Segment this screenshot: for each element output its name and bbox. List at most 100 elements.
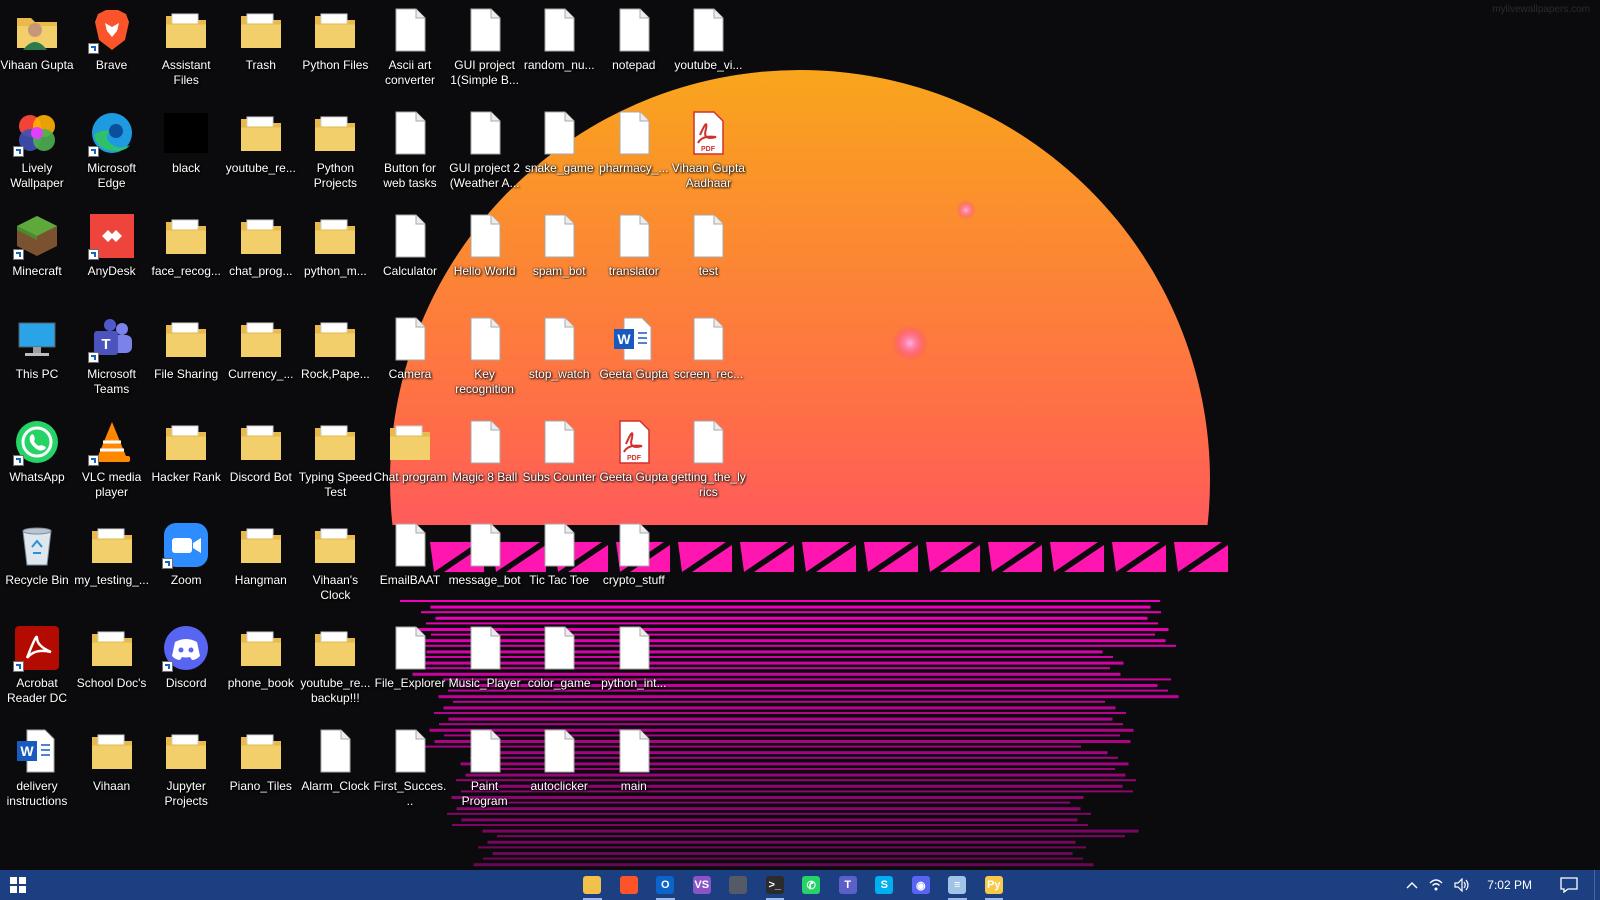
taskbar-terminal-button[interactable]: >_ — [757, 870, 794, 900]
desktop-icon-message-bot[interactable]: message_bot — [446, 515, 524, 615]
desktop-icon-vihaan-gupta-aadhaar[interactable]: PDF Vihaan Gupta Aadhaar — [669, 103, 747, 203]
desktop-icon-snake-game[interactable]: snake_game — [520, 103, 598, 203]
shortcut-arrow-icon — [87, 146, 99, 157]
desktop-icon-paint-program[interactable]: Paint Program — [446, 721, 524, 821]
desktop-icon-ascii-art-converter[interactable]: Ascii art converter — [371, 0, 449, 100]
taskbar-brave-button[interactable] — [611, 870, 648, 900]
desktop-icon-translator[interactable]: translator — [595, 206, 673, 306]
desktop-icon-discord[interactable]: Discord — [147, 618, 225, 718]
taskbar-outlook-button[interactable]: O — [647, 870, 684, 900]
desktop-icon-label: Rock,Pape... — [301, 367, 370, 381]
discord-icon: ◉ — [911, 876, 930, 894]
desktop-icon-first-succes[interactable]: First_Succes... — [371, 721, 449, 821]
desktop-icon-gui-project-2-weather-a[interactable]: GUI project 2 (Weather A... — [446, 103, 524, 203]
desktop-icon-hangman[interactable]: Hangman — [222, 515, 300, 615]
desktop-icon-anydesk[interactable]: AnyDesk — [73, 206, 151, 306]
desktop-icon-random-nu[interactable]: random_nu... — [520, 0, 598, 100]
taskbar-window-button[interactable] — [720, 870, 757, 900]
desktop-icon-vihaan-gupta[interactable]: Vihaan Gupta — [0, 0, 76, 100]
show-hidden-icons-button[interactable] — [1401, 870, 1423, 900]
desktop-icon-gui-project-1-simple-b[interactable]: GUI project 1(Simple B... — [446, 0, 524, 100]
desktop-icon-key-recognition[interactable]: Key recognition — [446, 309, 524, 409]
start-button[interactable] — [0, 870, 36, 900]
desktop-icon-jupyter-projects[interactable]: Jupyter Projects — [147, 721, 225, 821]
desktop-icon-autoclicker[interactable]: autoclicker — [520, 721, 598, 821]
desktop-icon-geeta-gupta[interactable]: PDF Geeta Gupta — [595, 412, 673, 512]
desktop-icon-microsoft-edge[interactable]: Microsoft Edge — [73, 103, 151, 203]
desktop-icon-screen-rec[interactable]: screen_rec... — [669, 309, 747, 409]
show-desktop-button[interactable] — [1594, 870, 1600, 900]
desktop-icon-piano-tiles[interactable]: Piano_Tiles — [222, 721, 300, 821]
desktop-icon-recycle-bin[interactable]: Recycle Bin — [0, 515, 76, 615]
desktop-icon-vihaan[interactable]: Vihaan — [73, 721, 151, 821]
desktop-icon-phone-book[interactable]: phone_book — [222, 618, 300, 718]
desktop-icon-file-sharing[interactable]: File Sharing — [147, 309, 225, 409]
desktop-icon-black[interactable]: black — [147, 103, 225, 203]
desktop-icon-minecraft[interactable]: Minecraft — [0, 206, 76, 306]
desktop-icon-tic-tac-toe[interactable]: Tic Tac Toe — [520, 515, 598, 615]
desktop-icon-python-files[interactable]: Python Files — [296, 0, 374, 100]
desktop-icon-geeta-gupta[interactable]: W Geeta Gupta — [595, 309, 673, 409]
volume-button[interactable] — [1449, 870, 1475, 900]
folder-icon — [311, 109, 359, 157]
desktop-icon-camera[interactable]: Camera — [371, 309, 449, 409]
desktop-icon-rock-pape[interactable]: Rock,Pape... — [296, 309, 374, 409]
taskbar-discord-button[interactable]: ◉ — [903, 870, 940, 900]
desktop-icon-subs-counter[interactable]: Subs Counter — [520, 412, 598, 512]
desktop-icon-this-pc[interactable]: This PC — [0, 309, 76, 409]
desktop-icon-hacker-rank[interactable]: Hacker Rank — [147, 412, 225, 512]
desktop-icon-button-for-web-tasks[interactable]: Button for web tasks — [371, 103, 449, 203]
taskbar-whatsapp-button[interactable]: ✆ — [793, 870, 830, 900]
taskbar-teams-button[interactable]: T — [830, 870, 867, 900]
desktop-icon-python-m[interactable]: python_m... — [296, 206, 374, 306]
desktop-icon-pharmacy[interactable]: pharmacy_... — [595, 103, 673, 203]
desktop-icon-color-game[interactable]: color_game — [520, 618, 598, 718]
desktop-icon-magic-8-ball[interactable]: Magic 8 Ball — [446, 412, 524, 512]
desktop-icon-trash[interactable]: Trash — [222, 0, 300, 100]
taskbar-notepad-button[interactable]: ≡ — [939, 870, 976, 900]
desktop-icon-crypto-stuff[interactable]: crypto_stuff — [595, 515, 673, 615]
desktop-icon-chat-prog[interactable]: chat_prog... — [222, 206, 300, 306]
desktop-icon-notepad[interactable]: notepad — [595, 0, 673, 100]
desktop-icon-microsoft-teams[interactable]: T Microsoft Teams — [73, 309, 151, 409]
desktop-icon-python-int[interactable]: python_int... — [595, 618, 673, 718]
desktop-icon-face-recog[interactable]: face_recog... — [147, 206, 225, 306]
desktop-icon-calculator[interactable]: Calculator — [371, 206, 449, 306]
network-button[interactable] — [1423, 870, 1449, 900]
desktop-icon-spam-bot[interactable]: spam_bot — [520, 206, 598, 306]
desktop-icon-school-doc-s[interactable]: School Doc's — [73, 618, 151, 718]
desktop-icon-delivery-instructions[interactable]: Wdelivery instructions — [0, 721, 76, 821]
desktop-icon-chat-program[interactable]: Chat program — [371, 412, 449, 512]
desktop-icon-zoom[interactable]: Zoom — [147, 515, 225, 615]
taskbar-visual-studio-button[interactable]: VS — [684, 870, 721, 900]
desktop-icon-vihaan-s-clock[interactable]: Vihaan's Clock — [296, 515, 374, 615]
desktop-icon-lively-wallpaper[interactable]: Lively Wallpaper — [0, 103, 76, 203]
desktop-icon-youtube-re-backup[interactable]: youtube_re... backup!!! — [296, 618, 374, 718]
desktop-icon-stop-watch[interactable]: stop_watch — [520, 309, 598, 409]
desktop-icon-acrobat-reader-dc[interactable]: Acrobat Reader DC — [0, 618, 76, 718]
desktop-icon-youtube-vi[interactable]: youtube_vi... — [669, 0, 747, 100]
desktop-icon-file-explorer[interactable]: File_Explorer — [371, 618, 449, 718]
desktop-icon-vlc-media-player[interactable]: VLC media player — [73, 412, 151, 512]
action-center-button[interactable] — [1544, 870, 1594, 900]
clock[interactable]: 7:02 PM — [1475, 870, 1544, 900]
desktop-icon-python-projects[interactable]: Python Projects — [296, 103, 374, 203]
desktop-icon-currency[interactable]: Currency_... — [222, 309, 300, 409]
desktop-icon-typing-speed-test[interactable]: Typing Speed Test — [296, 412, 374, 512]
taskbar-python-idle-button[interactable]: Py — [976, 870, 1013, 900]
desktop-icon-main[interactable]: main — [595, 721, 673, 821]
desktop-icon-discord-bot[interactable]: Discord Bot — [222, 412, 300, 512]
desktop-icon-assistant-files[interactable]: Assistant Files — [147, 0, 225, 100]
taskbar-file-explorer-button[interactable] — [574, 870, 611, 900]
desktop-icon-youtube-re[interactable]: youtube_re... — [222, 103, 300, 203]
desktop-icon-alarm-clock[interactable]: Alarm_Clock — [296, 721, 374, 821]
desktop-icon-test[interactable]: test — [669, 206, 747, 306]
desktop-icon-brave[interactable]: Brave — [73, 0, 151, 100]
desktop-icon-getting-the-lyrics[interactable]: getting_the_lyrics — [669, 412, 747, 512]
desktop-icon-whatsapp[interactable]: WhatsApp — [0, 412, 76, 512]
taskbar-skype-button[interactable]: S — [866, 870, 903, 900]
desktop-icon-my-testing[interactable]: my_testing_... — [73, 515, 151, 615]
desktop-icon-emailbaat[interactable]: EmailBAAT — [371, 515, 449, 615]
desktop-icon-hello-world[interactable]: Hello World — [446, 206, 524, 306]
desktop-icon-music-player[interactable]: Music_Player — [446, 618, 524, 718]
